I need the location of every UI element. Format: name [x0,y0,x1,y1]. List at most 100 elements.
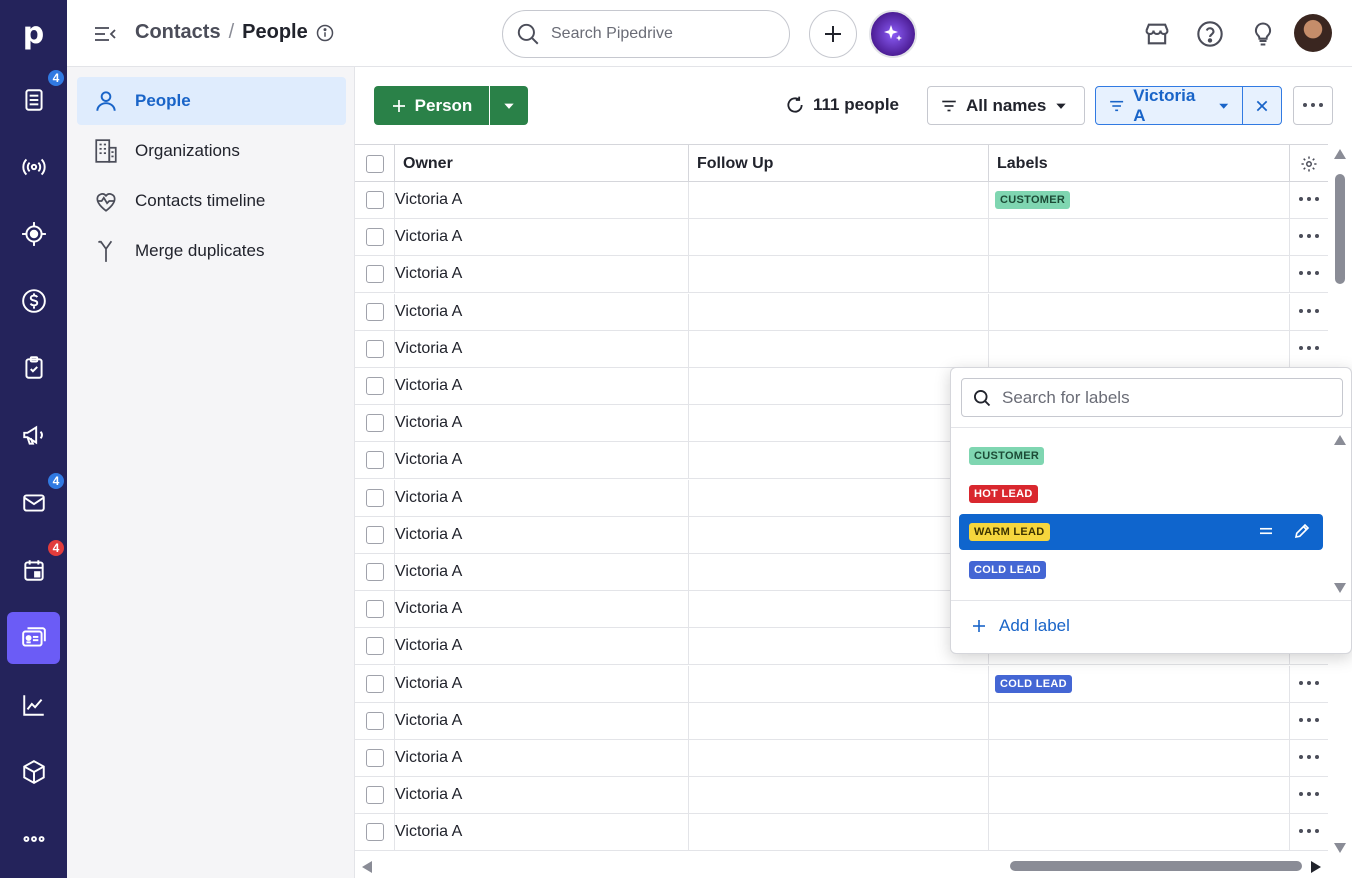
column-header-labels[interactable]: Labels [989,145,1290,182]
owner-filter-button[interactable]: Victoria A [1095,86,1243,125]
labels-cell[interactable] [989,740,1290,776]
add-person-button[interactable]: Person [374,86,489,125]
owner-cell[interactable]: Victoria A [395,777,689,814]
rail-products[interactable] [7,746,60,798]
table-row[interactable]: Victoria A [355,219,1328,257]
add-label-button[interactable]: Add label [971,616,1070,636]
row-checkbox[interactable] [365,302,384,321]
table-row[interactable]: Victoria A [355,814,1328,852]
follow-up-cell[interactable] [689,256,989,293]
table-row[interactable]: Victoria A [355,293,1328,331]
follow-up-cell[interactable] [689,628,989,665]
help-icon[interactable] [1196,20,1224,48]
drag-handle-icon[interactable] [1257,522,1275,540]
rail-campaigns[interactable] [7,409,60,461]
owner-cell[interactable]: Victoria A [395,182,689,218]
follow-up-cell[interactable] [689,219,989,256]
label-option-customer[interactable]: CUSTOMER [959,438,1323,474]
collapse-menu-icon[interactable] [93,22,117,46]
rail-insights[interactable] [7,679,60,731]
scroll-up-icon[interactable] [1333,148,1347,160]
row-checkbox[interactable] [365,228,384,247]
owner-cell[interactable]: Victoria A [395,814,689,851]
breadcrumb-contacts[interactable]: Contacts [135,21,221,44]
labels-cell[interactable]: CUSTOMER [989,182,1290,218]
search-input[interactable] [551,25,771,43]
rail-deals[interactable] [7,275,60,327]
sidebar-item-merge-duplicates[interactable]: Merge duplicates [77,227,346,275]
row-checkbox[interactable] [365,339,384,358]
sidebar-item-contacts-timeline[interactable]: Contacts timeline [77,177,346,225]
table-row[interactable]: Victoria A [355,256,1328,294]
row-checkbox[interactable] [365,265,384,284]
owner-cell[interactable]: Victoria A [395,293,689,330]
follow-up-cell[interactable] [689,330,989,367]
global-search[interactable] [502,10,790,58]
ai-assistant-button[interactable] [869,10,917,58]
row-checkbox[interactable] [365,786,384,805]
table-row[interactable]: Victoria A [355,702,1328,740]
follow-up-cell[interactable] [689,814,989,851]
scroll-right-icon[interactable] [1310,860,1322,874]
rail-broadcast[interactable] [7,141,60,193]
label-option-warm-lead[interactable]: WARM LEAD [959,514,1323,550]
clear-filter-button[interactable] [1242,86,1282,125]
row-checkbox[interactable] [365,488,384,507]
follow-up-cell[interactable] [689,442,989,479]
labels-cell[interactable]: COLD LEAD [989,665,1290,702]
label-option-cold-lead[interactable]: COLD LEAD [959,552,1323,588]
sidebar-item-people[interactable]: People [77,77,346,125]
vertical-scroll-thumb[interactable] [1335,174,1345,284]
follow-up-cell[interactable] [689,702,989,739]
rail-calendar[interactable]: 4 [7,538,66,596]
follow-up-cell[interactable] [689,182,989,218]
owner-cell[interactable]: Victoria A [395,702,689,739]
more-icon[interactable] [1299,308,1319,315]
follow-up-cell[interactable] [689,368,989,404]
labels-cell[interactable] [989,256,1290,293]
row-checkbox[interactable] [365,451,384,470]
rail-activities[interactable] [7,342,60,394]
labels-cell[interactable] [989,330,1290,367]
more-icon[interactable] [1299,717,1319,724]
follow-up-cell[interactable] [689,591,989,628]
labels-cell[interactable] [989,702,1290,739]
owner-cell[interactable]: Victoria A [395,516,689,553]
labels-cell[interactable] [989,219,1290,256]
pencil-icon[interactable] [1293,522,1311,540]
owner-cell[interactable]: Victoria A [395,628,689,665]
more-icon[interactable] [1299,755,1319,761]
more-icon[interactable] [1299,792,1319,798]
owner-cell[interactable]: Victoria A [395,330,689,367]
row-checkbox[interactable] [365,600,384,619]
table-row[interactable]: Victoria A COLD LEAD [355,665,1328,703]
follow-up-cell[interactable] [689,516,989,553]
add-person-dropdown-button[interactable] [490,86,528,125]
owner-cell[interactable]: Victoria A [395,368,689,404]
more-icon[interactable] [1299,345,1319,352]
info-icon[interactable] [316,24,334,42]
follow-up-cell[interactable] [689,740,989,776]
lightbulb-icon[interactable] [1249,20,1277,48]
owner-cell[interactable]: Victoria A [395,256,689,293]
rail-leads[interactable]: 4 [7,68,66,126]
label-search-input[interactable] [1002,387,1332,408]
owner-cell[interactable]: Victoria A [395,405,689,442]
row-checkbox[interactable] [365,637,384,656]
scroll-down-icon[interactable] [1333,842,1347,854]
refresh-icon[interactable] [785,95,805,115]
row-checkbox[interactable] [365,563,384,581]
follow-up-cell[interactable] [689,293,989,330]
table-row[interactable]: Victoria A [355,777,1328,815]
table-row[interactable]: Victoria A [355,740,1328,777]
table-row[interactable]: Victoria A CUSTOMER [355,182,1328,219]
quick-add-button[interactable] [809,10,857,58]
row-checkbox[interactable] [365,823,384,842]
more-options-button[interactable] [1293,86,1333,125]
labels-cell[interactable] [989,777,1290,814]
labels-cell[interactable] [989,814,1290,851]
more-icon[interactable] [1299,829,1319,835]
name-filter-button[interactable]: All names [927,86,1085,125]
owner-cell[interactable]: Victoria A [395,554,689,590]
sidebar-item-organizations[interactable]: Organizations [77,127,346,175]
